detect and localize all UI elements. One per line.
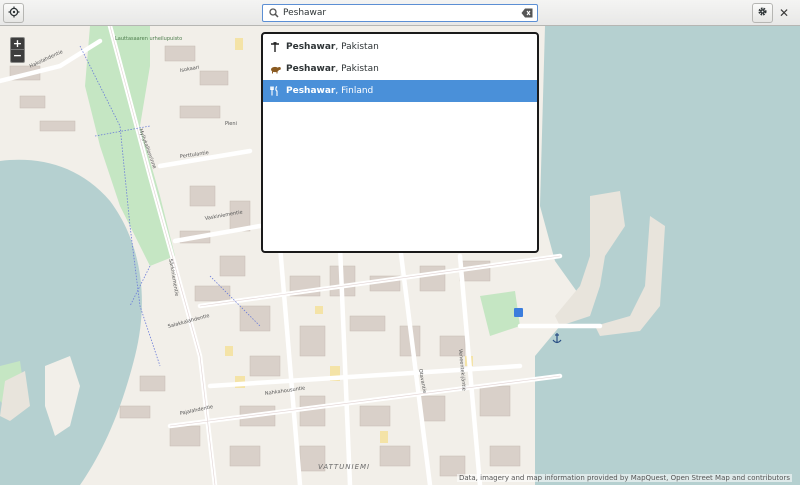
result-name: Peshawar [286,42,336,52]
search-results-popover: Peshawar, Pakistan Peshawar, Pakistan Pe… [261,32,539,253]
street-label: Pieni [225,121,237,127]
location-target-icon [8,6,20,21]
settings-button[interactable] [752,3,773,23]
result-name: Peshawar [286,86,336,96]
search-input[interactable] [283,8,513,18]
map-attribution: Data, imagery and map information provid… [456,474,792,482]
gear-icon [757,6,768,20]
result-row[interactable]: Peshawar, Pakistan [263,36,537,58]
park-label: Lauttasaaren urheilupuisto [115,36,183,42]
landmark-icon [269,41,281,53]
result-row[interactable]: Peshawar, Pakistan [263,58,537,80]
animal-icon [269,63,281,75]
zoom-out-button[interactable]: − [11,50,24,62]
search-entry[interactable] [262,4,538,22]
result-place: , Pakistan [335,64,379,74]
zoom-controls: + − [10,37,25,63]
search-icon [267,6,281,20]
restaurant-icon [269,85,281,97]
result-place: , Finland [335,86,374,96]
result-row-selected[interactable]: Peshawar, Finland [263,80,537,102]
district-label: VATTUNIEMI [318,463,371,471]
result-place: , Pakistan [335,42,379,52]
clear-text-icon[interactable] [521,8,533,18]
locate-button[interactable] [3,3,24,23]
close-button[interactable]: ✕ [776,5,792,21]
close-icon: ✕ [778,6,790,20]
header-bar: ✕ [0,0,800,26]
result-name: Peshawar [286,64,336,74]
